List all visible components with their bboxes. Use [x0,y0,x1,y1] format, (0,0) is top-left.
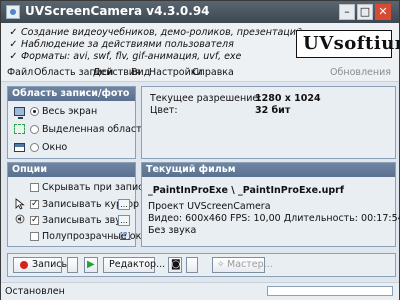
editor-button[interactable]: Редактор... [103,257,165,273]
snapshot-button[interactable]: ◙ [168,257,182,273]
uvsoftium-logo: UVsoftium [296,30,400,58]
record-button-label: Запись [32,259,68,270]
record-area-title: Область записи/фото [8,87,135,101]
master-button-label: Мастер... [227,259,273,270]
maximize-button[interactable]: □ [357,4,373,20]
camera-icon: ◙ [171,259,181,270]
translucent-windows-checkbox[interactable] [30,232,39,241]
status-text: Остановлен [5,286,65,297]
cursor-icon [15,198,25,210]
full-screen-label[interactable]: Весь экран [42,106,97,117]
action-toolbar: Запись ▶ Редактор... ◙ ✧ Мастер... [7,253,396,277]
check-icon: ✓ [9,39,18,50]
snapshot-options-button[interactable] [186,257,198,273]
audio-status: Без звука [148,225,197,236]
menu-view[interactable]: Вид [131,67,150,78]
current-film-panel: Текущий фильм _PaintInProExe \ _PaintInP… [141,162,400,247]
radio-selected-area[interactable] [30,125,39,134]
app-icon [6,5,20,19]
translucent-windows-label[interactable]: Полупрозрачные окна [42,231,153,242]
record-cursor-checkbox[interactable] [30,200,39,209]
resolution-label: Текущее разрешение: [150,93,262,104]
play-button[interactable]: ▶ [84,257,98,273]
options-panel: Опции Скрывать при записи Записывать кур… [7,162,153,247]
window-label[interactable]: Окно [42,142,67,153]
screen-info-panel: Текущее разрешение: 1280 x 1024 Цвет: 32… [141,86,396,159]
record-icon [20,261,28,269]
check-icon: ✓ [9,51,18,62]
color-value: 32 бит [255,105,291,116]
master-button[interactable]: ✧ Мастер... [212,257,273,273]
video-details: Видео: 600x460 FPS: 10,00 Длительность: … [148,213,400,224]
selection-icon [14,124,25,134]
menu-file[interactable]: Файл [7,67,33,78]
color-label: Цвет: [150,105,178,116]
play-icon: ▶ [87,259,95,270]
cursor-settings-button[interactable]: ... [118,199,130,210]
selected-area-label[interactable]: Выделенная область [42,124,147,135]
logo-text: UVsoftium [303,33,400,54]
title-bar[interactable]: UVScreenCamera v4.3.0.94 – □ ✕ [1,1,399,23]
resolution-value: 1280 x 1024 [255,93,321,104]
wand-icon: ✧ [217,260,225,270]
status-bar: Остановлен [1,282,399,300]
record-sound-label[interactable]: Записывать звук [42,215,127,226]
sound-settings-button[interactable]: ... [118,215,130,226]
radio-window[interactable] [30,143,39,152]
progress-bar [267,286,393,296]
window-icon [14,143,25,152]
menu-updates[interactable]: Обновления [330,67,391,78]
monitor-icon [14,107,25,119]
editor-button-label: Редактор... [109,259,166,270]
menu-bar: Файл Область записи Действия Вид Настрой… [1,65,399,82]
hide-while-recording-checkbox[interactable] [30,183,39,192]
check-icon: ✓ [9,27,18,38]
minimize-button[interactable]: – [339,4,355,20]
radio-full-screen[interactable] [30,107,39,116]
hide-while-recording-label[interactable]: Скрывать при записи [42,182,150,193]
film-path: _PaintInProExe \ _PaintInProExe.uprf [148,185,344,196]
record-button[interactable]: Запись [13,257,67,273]
current-film-title: Текущий фильм [142,163,395,177]
stop-button[interactable] [67,257,78,273]
help-link[interactable]: [?] [120,231,131,240]
window-title: UVScreenCamera v4.3.0.94 [25,4,210,18]
main-window: UVScreenCamera v4.3.0.94 – □ ✕ ✓ Создани… [0,0,400,300]
menu-help[interactable]: Справка [192,67,234,78]
close-button[interactable]: ✕ [375,4,391,20]
sound-icon [15,214,25,224]
record-area-panel: Область записи/фото Весь экран Выделенна… [7,86,147,159]
options-title: Опции [8,163,135,177]
record-sound-checkbox[interactable] [30,216,39,225]
project-label: Проект UVScreenCamera [148,201,271,212]
